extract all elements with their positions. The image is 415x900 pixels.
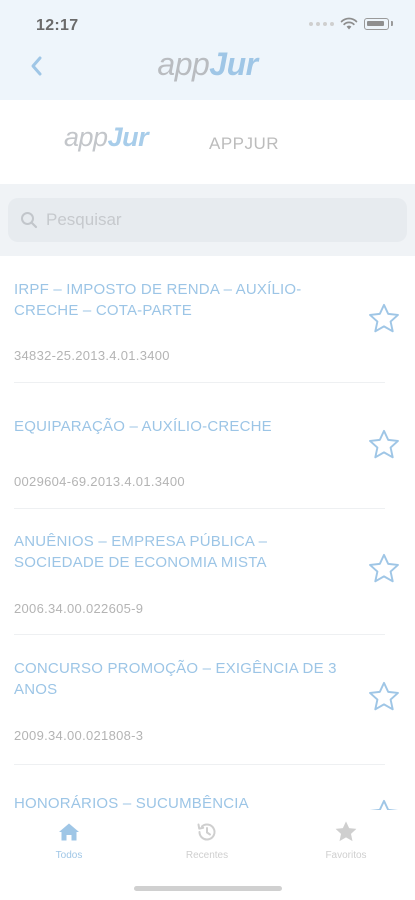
tab-recentes[interactable]: Recentes bbox=[138, 818, 276, 861]
item-title: EQUIPARAÇÃO – AUXÍLIO-CRECHE bbox=[14, 418, 272, 435]
star-outline-icon bbox=[369, 429, 399, 459]
list-item[interactable]: ANUÊNIOS – EMPRESA PÚBLICA – SOCIEDADE D… bbox=[0, 506, 415, 636]
favorite-button[interactable] bbox=[365, 426, 403, 464]
item-number: 0029604-69.2013.4.01.3400 bbox=[14, 474, 185, 489]
item-title: HONORÁRIOS – SUCUMBÊNCIA bbox=[14, 795, 249, 810]
favorite-button[interactable] bbox=[365, 550, 403, 588]
app-info-header: appJur APPJUR bbox=[0, 100, 415, 184]
star-outline-icon bbox=[369, 681, 399, 711]
search-section bbox=[0, 184, 415, 256]
tab-label: Favoritos bbox=[325, 850, 367, 861]
brand-logo-jur: Jur bbox=[209, 46, 258, 82]
app-name: APPJUR bbox=[209, 134, 280, 153]
battery-icon bbox=[364, 17, 389, 30]
favorite-button[interactable] bbox=[365, 300, 403, 338]
item-title: CONCURSO PROMOÇÃO – EXIGÊNCIA DE 3 ANOS bbox=[14, 660, 337, 698]
item-title: IRPF – IMPOSTO DE RENDA – AUXÍLIO-CRECHE… bbox=[14, 281, 302, 319]
divider bbox=[14, 634, 385, 635]
home-icon bbox=[59, 823, 79, 841]
tab-favoritos[interactable]: Favoritos bbox=[277, 818, 415, 861]
search-bar[interactable] bbox=[8, 198, 407, 242]
star-filled-icon bbox=[335, 821, 357, 842]
chevron-left-icon bbox=[31, 56, 42, 76]
status-bar: 12:17 bbox=[0, 0, 415, 46]
star-outline-icon bbox=[369, 799, 399, 810]
wifi-icon bbox=[340, 17, 358, 30]
battery-tip bbox=[391, 21, 393, 26]
item-number: 34832-25.2013.4.01.3400 bbox=[14, 348, 170, 363]
clock-icon bbox=[197, 823, 216, 841]
divider bbox=[14, 764, 385, 765]
list-item[interactable]: CONCURSO PROMOÇÃO – EXIGÊNCIA DE 3 ANOS … bbox=[0, 636, 415, 766]
item-number: 2006.34.00.022605-9 bbox=[14, 601, 144, 616]
status-icons bbox=[309, 17, 393, 30]
tab-todos[interactable]: Todos bbox=[0, 818, 138, 861]
brand-logo: appJur bbox=[0, 46, 415, 83]
app-logo: appJur bbox=[64, 122, 149, 153]
list-item[interactable]: EQUIPARAÇÃO – AUXÍLIO-CRECHE 0029604-69.… bbox=[0, 386, 415, 509]
list-item[interactable]: HONORÁRIOS – SUCUMBÊNCIA bbox=[0, 766, 415, 810]
status-time: 12:17 bbox=[36, 17, 79, 34]
favorite-button[interactable] bbox=[365, 678, 403, 716]
top-header: 12:17 appJur bbox=[0, 0, 415, 100]
brand-logo-app: app bbox=[157, 46, 210, 82]
search-icon bbox=[18, 209, 40, 231]
item-number: 2009.34.00.021808-3 bbox=[14, 728, 144, 743]
search-input[interactable] bbox=[46, 210, 376, 230]
back-button[interactable] bbox=[20, 50, 52, 82]
tab-label: Recentes bbox=[185, 850, 229, 861]
cellular-signal-icon bbox=[309, 21, 334, 26]
home-indicator bbox=[134, 886, 282, 891]
navigation-bar: appJur bbox=[0, 46, 415, 100]
tab-label: Todos bbox=[55, 850, 83, 861]
list-item[interactable]: IRPF – IMPOSTO DE RENDA – AUXÍLIO-CRECHE… bbox=[0, 256, 415, 386]
item-title: ANUÊNIOS – EMPRESA PÚBLICA – SOCIEDADE D… bbox=[14, 533, 268, 571]
app-logo-jur: Jur bbox=[107, 122, 149, 152]
divider bbox=[14, 382, 385, 383]
star-outline-icon bbox=[369, 553, 399, 583]
star-outline-icon bbox=[369, 303, 399, 333]
app-logo-app: app bbox=[64, 122, 108, 152]
process-list: IRPF – IMPOSTO DE RENDA – AUXÍLIO-CRECHE… bbox=[0, 256, 415, 810]
favorite-button[interactable] bbox=[365, 796, 403, 810]
